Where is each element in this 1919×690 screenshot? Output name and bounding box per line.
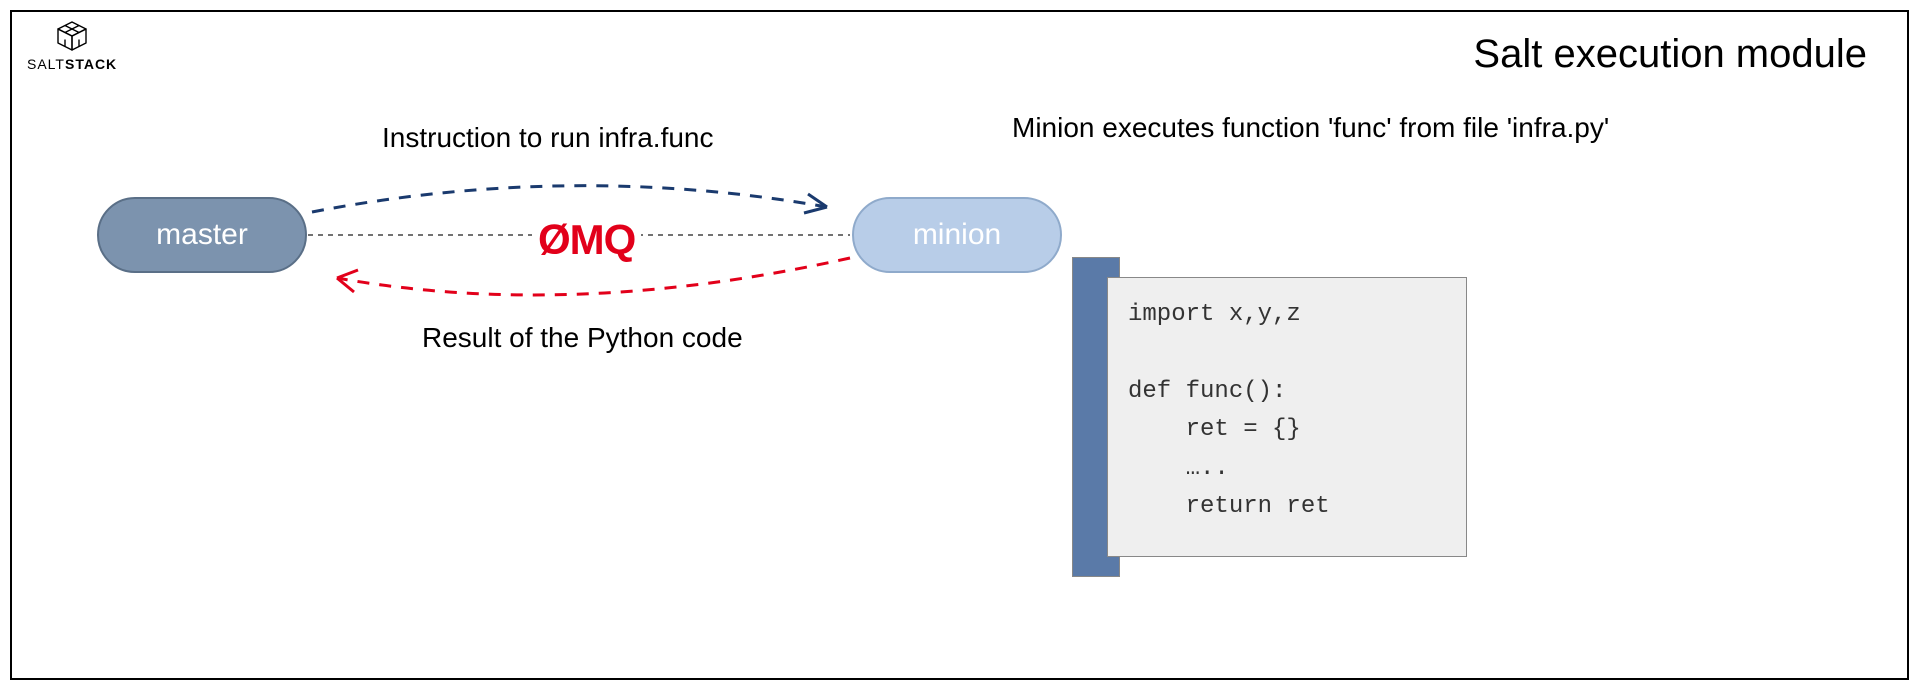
logo-text: SALTSTACK [27,56,117,72]
logo-text-thin: SALT [27,56,65,72]
minion-node: minion [852,197,1062,273]
result-arrow-head [337,270,358,292]
label-instruction: Instruction to run infra.func [382,122,714,154]
zeromq-label: ØMQ [532,216,641,264]
master-label: master [156,218,248,252]
instruction-arrow-head [804,194,827,213]
diagram-title: Salt execution module [1473,32,1867,77]
code-box: import x,y,z def func(): ret = {} ….. re… [1107,277,1467,557]
arrows-svg [12,12,1911,682]
saltstack-logo: SALTSTACK [27,20,117,72]
diagram-frame: SALTSTACK Salt execution module Instruct… [10,10,1909,680]
master-node: master [97,197,307,273]
instruction-arrow-path [312,186,827,212]
logo-text-bold: STACK [65,56,117,72]
minion-label: minion [913,218,1001,252]
label-minion-exec: Minion executes function 'func' from fil… [1012,112,1609,144]
label-result: Result of the Python code [422,322,743,354]
saltstack-cube-icon [52,20,92,54]
